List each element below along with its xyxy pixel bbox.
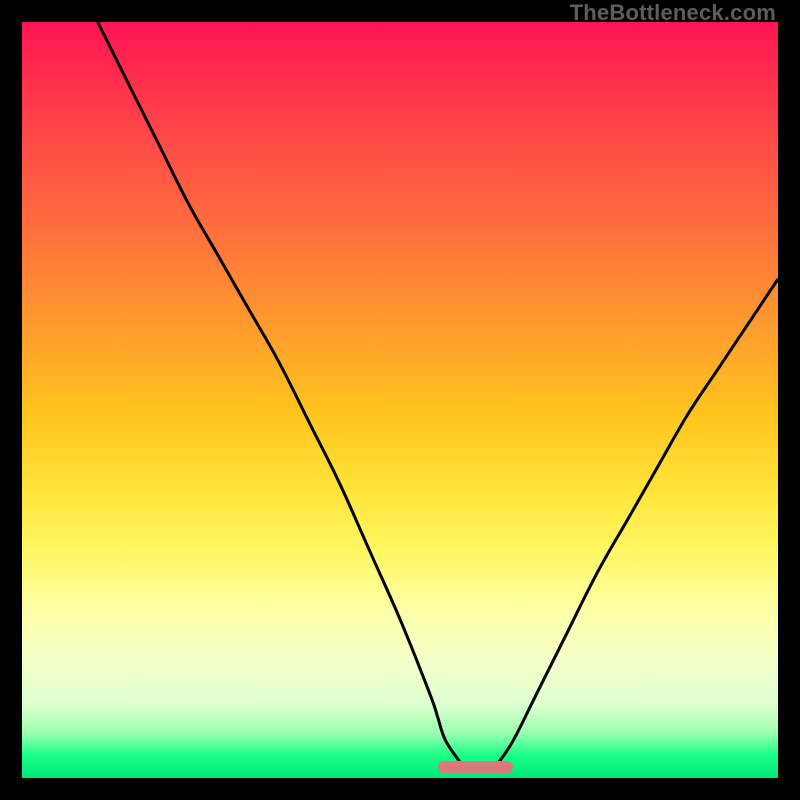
bottleneck-curve xyxy=(22,22,778,778)
left-curve-path xyxy=(98,22,461,763)
optimal-range-marker xyxy=(438,761,514,773)
watermark-text: TheBottleneck.com xyxy=(570,0,776,26)
right-curve-path xyxy=(498,279,778,763)
bottleneck-chart xyxy=(22,22,778,778)
